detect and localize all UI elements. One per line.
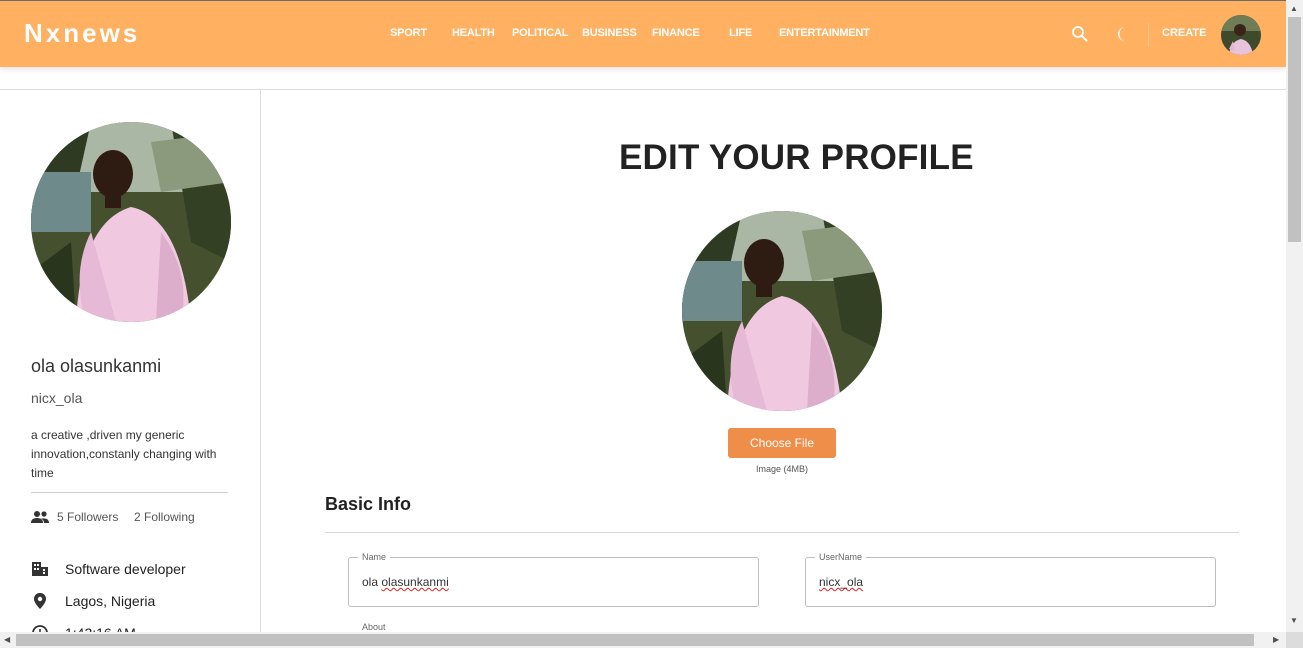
nav-sport[interactable]: SPORT <box>390 27 427 39</box>
sidebar-avatar <box>31 122 231 322</box>
section-divider <box>325 532 1239 533</box>
username-value[interactable]: nicx_ola <box>819 575 863 589</box>
nav-life[interactable]: LIFE <box>729 27 752 39</box>
following-count[interactable]: 2 Following <box>134 510 195 524</box>
vertical-scrollbar[interactable]: ▲ ▼ <box>1286 0 1303 632</box>
about-label: About <box>362 622 386 632</box>
avatar-photo <box>1221 15 1261 55</box>
scrollbar-corner <box>1286 632 1303 648</box>
nav-health[interactable]: HEALTH <box>452 27 495 39</box>
top-navbar: Nxnews SPORT HEALTH POLITICAL BUSINESS F… <box>0 0 1286 67</box>
header-divider <box>1148 23 1149 47</box>
image-size-hint: Image (4MB) <box>756 464 809 474</box>
occupation-text: Software developer <box>65 561 186 577</box>
name-value[interactable]: ola olasunkanmi <box>362 575 449 589</box>
scroll-up-arrow[interactable]: ▲ <box>1290 4 1298 14</box>
dark-mode-icon[interactable] <box>1114 25 1132 43</box>
scroll-left-arrow[interactable]: ◀ <box>4 635 10 645</box>
scroll-down-arrow[interactable]: ▼ <box>1290 616 1298 626</box>
name-label: Name <box>358 552 391 562</box>
brand-logo[interactable]: Nxnews <box>24 18 140 49</box>
profile-sidebar: ola olasunkanmi nicx_ola a creative ,dri… <box>0 90 261 641</box>
people-icon <box>31 511 49 523</box>
location-text: Lagos, Nigeria <box>65 593 156 609</box>
name-field[interactable]: Name ola olasunkanmi <box>348 552 759 607</box>
profile-image-preview <box>682 211 882 411</box>
nav-finance[interactable]: FINANCE <box>652 27 700 39</box>
profile-name: ola olasunkanmi <box>31 356 162 376</box>
name-first: ola <box>362 575 379 589</box>
building-icon <box>32 562 48 576</box>
user-avatar[interactable] <box>1221 15 1261 55</box>
basic-info-heading: Basic Info <box>325 494 412 514</box>
scroll-right-arrow[interactable]: ▶ <box>1273 635 1279 645</box>
location-pin-icon <box>34 593 46 609</box>
username-label: UserName <box>815 552 867 562</box>
sidebar-divider <box>31 492 228 493</box>
nav-business[interactable]: BUSINESS <box>582 27 637 39</box>
followers-count[interactable]: 5 Followers <box>57 510 118 524</box>
nav-political[interactable]: POLITICAL <box>512 27 568 39</box>
nav-entertainment[interactable]: ENTERTAINMENT <box>779 27 870 39</box>
profile-bio: a creative ,driven my generic innovation… <box>31 428 217 480</box>
avatar-photo <box>682 211 882 411</box>
page: Nxnews SPORT HEALTH POLITICAL BUSINESS F… <box>0 0 1303 648</box>
horizontal-scroll-thumb[interactable] <box>16 634 1254 646</box>
page-title: EDIT YOUR PROFILE <box>619 138 974 177</box>
create-button[interactable]: CREATE <box>1162 27 1206 39</box>
name-last: olasunkanmi <box>381 575 449 589</box>
choose-file-button[interactable]: Choose File <box>728 428 836 458</box>
horizontal-scrollbar[interactable]: ◀ ▶ <box>0 632 1286 648</box>
username-field[interactable]: UserName nicx_ola <box>805 552 1216 607</box>
avatar-photo <box>31 122 231 322</box>
vertical-scroll-thumb[interactable] <box>1288 17 1301 242</box>
profile-handle: nicx_ola <box>31 390 83 406</box>
search-icon[interactable] <box>1071 25 1089 43</box>
